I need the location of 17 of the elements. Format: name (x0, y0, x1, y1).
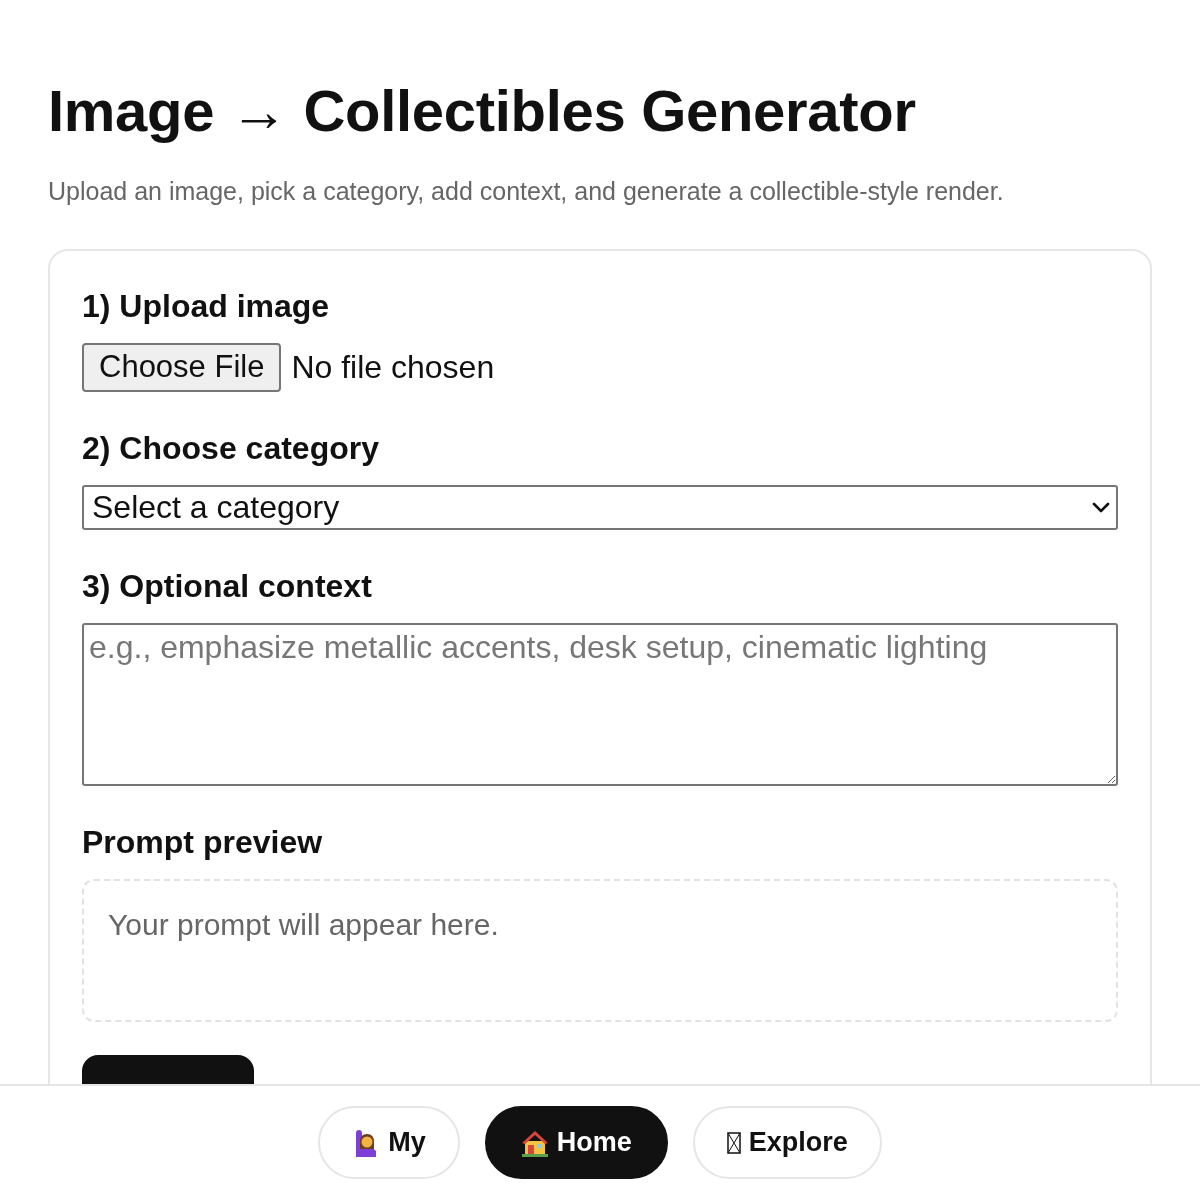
section-label: 3) Optional context (82, 566, 373, 605)
section-label: 2) Choose category (82, 428, 380, 467)
file-status-text: No file chosen (291, 347, 495, 387)
nav-tab[interactable]: Explore (692, 1106, 882, 1179)
category-select[interactable]: Select a category (82, 484, 1118, 530)
section-label: 1) Upload image (82, 286, 331, 325)
section-label: Prompt preview (82, 822, 324, 861)
chevron-down-icon (1092, 501, 1110, 513)
page-title: Image → Collectibles Generator (48, 77, 917, 145)
choose-file-button[interactable]: Choose File (82, 342, 282, 392)
house-icon (520, 1128, 549, 1157)
prompt-preview-text: Your prompt will appear here. (108, 907, 499, 941)
nav-tab[interactable]: Home (484, 1106, 668, 1179)
nav-tab[interactable]: My (318, 1106, 460, 1179)
page-subtitle: Upload an image, pick a category, add context, and generate a collectible-style render. (48, 175, 1005, 207)
missing-glyph-icon (726, 1131, 741, 1154)
context-textarea[interactable]: e.g., emphasize metallic accents, desk setup, cinematic lighting (82, 622, 1118, 786)
